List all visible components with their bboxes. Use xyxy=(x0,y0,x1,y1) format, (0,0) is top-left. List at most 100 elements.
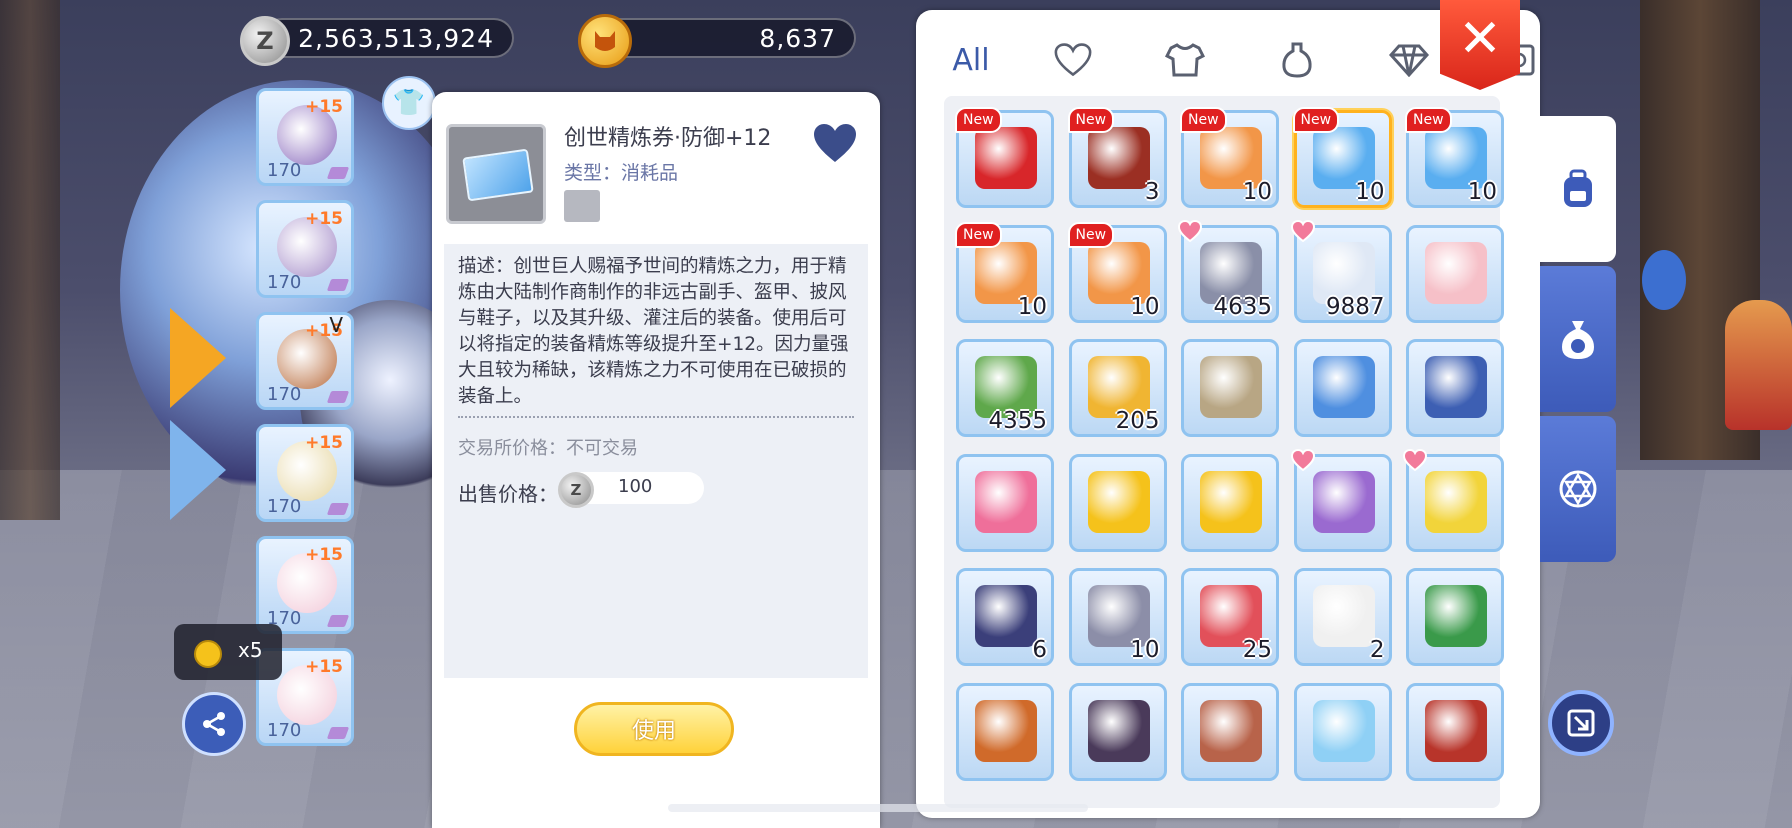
zeny-amount: 2,563,513,924 xyxy=(298,23,494,53)
tab-equipment[interactable] xyxy=(1150,28,1220,92)
inventory-slot[interactable] xyxy=(1181,453,1279,552)
refine-level: +15 xyxy=(305,433,343,453)
inventory-slot[interactable]: New xyxy=(955,107,1054,208)
inventory-slot[interactable] xyxy=(1406,682,1504,781)
tab-consumables[interactable] xyxy=(1262,28,1332,92)
inventory-slot[interactable] xyxy=(956,682,1054,781)
item-level: 170 xyxy=(267,384,302,405)
inventory-slot[interactable]: 10 New xyxy=(1292,107,1392,208)
shirt-icon: 👕 xyxy=(392,88,426,118)
tab-gems[interactable] xyxy=(1374,28,1444,92)
first-aid-icon xyxy=(1312,585,1375,647)
equip-slot-accessory-1[interactable]: +15 170 xyxy=(256,536,354,634)
inventory-slot[interactable]: 10 New xyxy=(1180,107,1279,208)
item-count: 25 xyxy=(1242,637,1272,663)
use-button[interactable]: 使用 xyxy=(574,702,734,756)
gift-box-icon xyxy=(1425,356,1487,418)
inventory-slot[interactable] xyxy=(1068,682,1167,781)
profile-arrow-icon[interactable] xyxy=(170,420,226,520)
rarity-corner-icon xyxy=(326,615,350,627)
item-count: 10 xyxy=(1467,179,1497,205)
pillar xyxy=(0,0,60,520)
scrollbar[interactable] xyxy=(668,804,1088,812)
side-tab-zeny-bag[interactable] xyxy=(1540,266,1616,412)
equip-slot-armor[interactable]: +15 170 xyxy=(256,200,354,298)
side-tab-magic-circle[interactable] xyxy=(1540,416,1616,562)
favorite-heart-icon xyxy=(1403,448,1427,471)
item-count: 2 xyxy=(1369,637,1385,663)
inventory-slot[interactable]: 10 New xyxy=(1067,221,1167,323)
equip-slot-garment[interactable]: +15 V 170 xyxy=(256,312,354,410)
inventory-slot[interactable]: 6 xyxy=(956,568,1054,666)
description-box: 描述：创世巨人赐福予世间的精炼之力，用于精炼由大陆制作商制作的非远古副手、盔甲、… xyxy=(444,244,868,678)
special-ticket-icon xyxy=(1425,470,1487,533)
zeny-coin-icon: Z xyxy=(240,16,290,66)
inventory-slot[interactable]: 4355 xyxy=(956,339,1054,437)
crystal-box-icon xyxy=(1312,699,1375,762)
coin-icon xyxy=(194,640,222,668)
inventory-slot[interactable] xyxy=(1181,339,1279,437)
new-badge: New xyxy=(1405,107,1452,133)
inventory-slot[interactable]: 10 xyxy=(1068,568,1167,666)
inventory-slot[interactable]: 9887 xyxy=(1290,219,1392,323)
gold-question-coin-icon xyxy=(1200,470,1262,533)
inventory-slot[interactable] xyxy=(1403,448,1504,552)
inventory-slot[interactable] xyxy=(1406,339,1504,437)
backpack-icon xyxy=(1564,169,1592,207)
inventory-slot[interactable]: 25 xyxy=(1181,568,1279,666)
favorite-heart-icon[interactable] xyxy=(812,122,858,164)
inventory-slot[interactable] xyxy=(956,453,1054,552)
paw-bag-icon xyxy=(1200,699,1262,762)
new-badge: New xyxy=(1180,107,1227,133)
item-count: 3 xyxy=(1144,179,1160,205)
heart-icon xyxy=(1054,43,1092,77)
inventory-slot[interactable]: 2 xyxy=(1293,568,1392,666)
npc-character xyxy=(1642,250,1686,310)
item-count: 10 xyxy=(1017,293,1047,320)
slot-marker: V xyxy=(329,313,343,337)
inventory-slot[interactable] xyxy=(1293,339,1392,437)
exchange-price: 交易所价格：不可交易 xyxy=(458,438,638,459)
money-bag-icon xyxy=(1562,321,1594,359)
outfit-arrow-icon[interactable] xyxy=(170,308,226,408)
share-button[interactable] xyxy=(182,692,246,756)
side-tab-backpack[interactable] xyxy=(1540,116,1616,262)
cake-icon xyxy=(1425,241,1487,304)
item-count: 205 xyxy=(1115,408,1160,434)
rarity-corner-icon xyxy=(326,727,350,739)
inventory-slot[interactable]: 4635 xyxy=(1178,219,1279,323)
hexagram-icon xyxy=(1559,470,1597,508)
equip-slot-headgear[interactable]: +15 170 xyxy=(256,88,354,186)
equip-slot-shoes[interactable]: +15 170 xyxy=(256,424,354,522)
expand-button[interactable] xyxy=(1548,690,1614,756)
rarity-corner-icon xyxy=(326,279,350,291)
item-thumbnail xyxy=(446,124,546,224)
item-count: 10 xyxy=(1355,179,1385,205)
favorite-heart-icon xyxy=(1290,448,1315,471)
pink-scroll-icon xyxy=(975,470,1037,533)
equipment-toggle-button[interactable]: 👕 xyxy=(382,76,436,130)
refine-level: +15 xyxy=(305,209,343,229)
inventory-slot[interactable] xyxy=(1290,448,1392,552)
close-button[interactable]: ✕ xyxy=(1440,0,1520,90)
expand-icon xyxy=(1567,709,1595,737)
inventory-slot[interactable]: 10 New xyxy=(1405,107,1504,208)
coin-count: x5 xyxy=(238,638,263,662)
inventory-slot[interactable]: 205 xyxy=(1068,339,1167,437)
rarity-corner-icon xyxy=(326,391,350,403)
inventory-slot[interactable] xyxy=(1406,224,1504,323)
inventory-slot[interactable] xyxy=(1293,682,1392,781)
inventory-slot[interactable]: 3 New xyxy=(1067,107,1167,208)
gold-star-coin-icon xyxy=(1087,470,1150,533)
sell-price-value: 100 xyxy=(618,476,653,497)
crystal-ball-icon xyxy=(1312,356,1375,418)
inventory-slot[interactable] xyxy=(1181,682,1279,781)
favorite-heart-icon xyxy=(1290,219,1315,242)
new-badge: New xyxy=(955,107,1002,133)
tab-all[interactable]: All xyxy=(936,28,1006,92)
inventory-slot[interactable] xyxy=(1406,568,1504,666)
inventory-slot[interactable] xyxy=(1068,453,1167,552)
inventory-slot[interactable]: 10 New xyxy=(955,221,1054,323)
tab-favorites[interactable] xyxy=(1038,28,1108,92)
item-level: 170 xyxy=(267,272,302,293)
